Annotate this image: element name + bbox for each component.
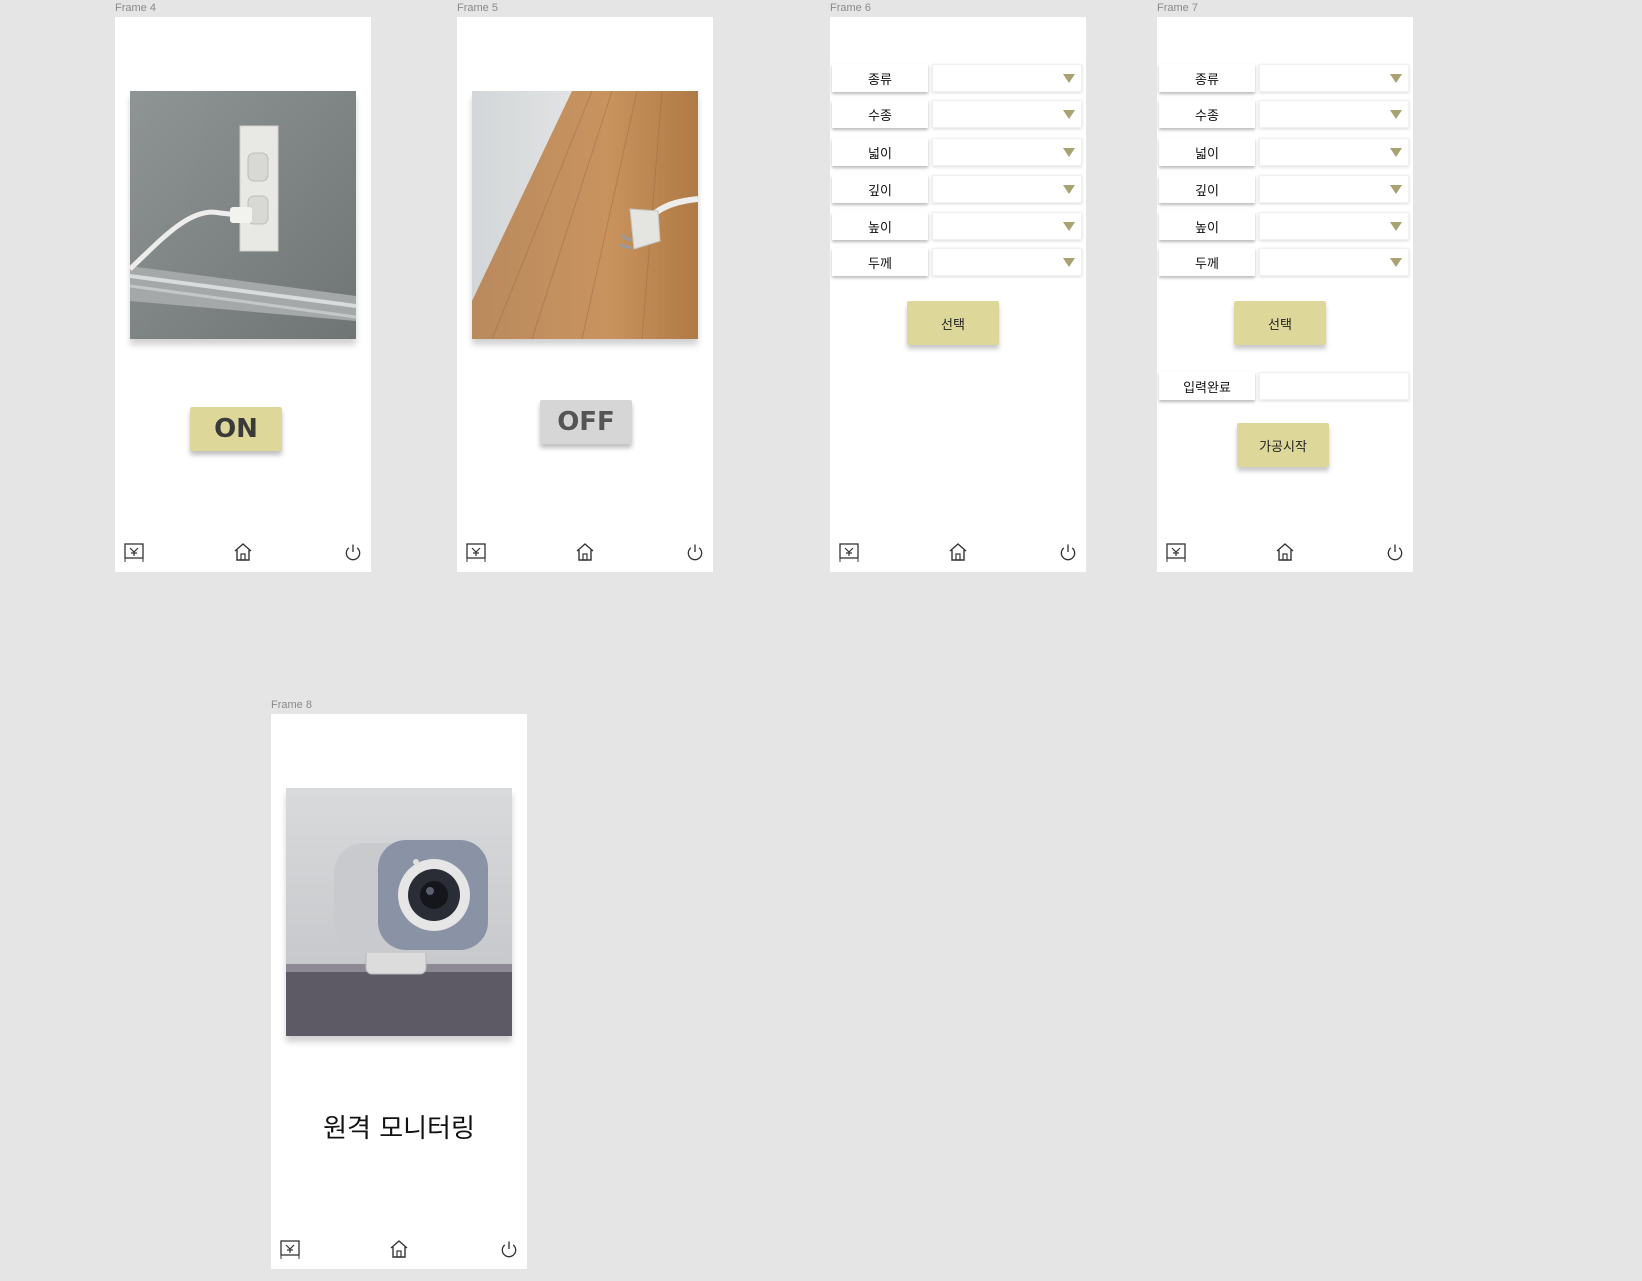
off-button[interactable]: OFF	[540, 400, 632, 444]
field-label: 두께	[1159, 248, 1255, 276]
dropdown-caret-icon	[1063, 185, 1075, 194]
input-complete-label: 입력완료	[1159, 372, 1255, 400]
bottom-nav	[271, 1229, 527, 1269]
home-icon[interactable]	[1270, 537, 1300, 567]
field-row-height: 높이	[832, 212, 1082, 242]
frame-8: 원격 모니터링	[271, 714, 527, 1269]
dropdown-caret-icon	[1063, 222, 1075, 231]
frame-6-label: Frame 6	[830, 2, 871, 14]
depth-select[interactable]	[932, 175, 1082, 203]
field-label: 넓이	[832, 138, 928, 166]
frame-6: 종류 수종 넓이 깊이 높이 두께 선택	[830, 17, 1086, 572]
input-complete-row: 입력완료	[1159, 372, 1409, 402]
home-icon[interactable]	[943, 537, 973, 567]
dropdown-caret-icon	[1390, 110, 1402, 119]
type-select[interactable]	[1259, 64, 1409, 92]
start-processing-button[interactable]: 가공시작	[1237, 423, 1329, 467]
dropdown-caret-icon	[1390, 222, 1402, 231]
field-row-depth: 깊이	[1159, 175, 1409, 205]
dropdown-caret-icon	[1063, 148, 1075, 157]
power-icon[interactable]	[338, 537, 368, 567]
dropdown-caret-icon	[1063, 74, 1075, 83]
dropdown-caret-icon	[1063, 258, 1075, 267]
field-label: 높이	[832, 212, 928, 240]
input-complete-field[interactable]	[1259, 372, 1409, 400]
field-row-type: 종류	[832, 64, 1082, 94]
thickness-select[interactable]	[932, 248, 1082, 276]
unplugged-cable-photo	[472, 91, 698, 339]
tracker-icon[interactable]	[461, 537, 491, 567]
dropdown-caret-icon	[1390, 74, 1402, 83]
remote-monitoring-title: 원격 모니터링	[323, 1114, 475, 1144]
width-select[interactable]	[932, 138, 1082, 166]
field-row-width: 넓이	[1159, 138, 1409, 168]
field-label: 넓이	[1159, 138, 1255, 166]
on-button[interactable]: ON	[190, 407, 282, 451]
dropdown-caret-icon	[1390, 185, 1402, 194]
frame-4: ON	[115, 17, 371, 572]
home-icon[interactable]	[384, 1234, 414, 1264]
frame-4-label: Frame 4	[115, 2, 156, 14]
species-select[interactable]	[932, 100, 1082, 128]
bottom-nav	[830, 532, 1086, 572]
bottom-nav	[115, 532, 371, 572]
height-select[interactable]	[932, 212, 1082, 240]
width-select[interactable]	[1259, 138, 1409, 166]
tracker-icon[interactable]	[119, 537, 149, 567]
frame-5: OFF	[457, 17, 713, 572]
field-row-thickness: 두께	[832, 248, 1082, 278]
field-row-species: 수종	[1159, 100, 1409, 130]
field-label: 수종	[1159, 100, 1255, 128]
frame-7-label: Frame 7	[1157, 2, 1198, 14]
dropdown-caret-icon	[1063, 110, 1075, 119]
bottom-nav	[1157, 532, 1413, 572]
depth-select[interactable]	[1259, 175, 1409, 203]
field-label: 두께	[832, 248, 928, 276]
dropdown-caret-icon	[1390, 148, 1402, 157]
field-label: 수종	[832, 100, 928, 128]
field-row-width: 넓이	[832, 138, 1082, 168]
outlet-plugged-photo	[130, 91, 356, 339]
type-select[interactable]	[932, 64, 1082, 92]
field-label: 종류	[1159, 64, 1255, 92]
height-select[interactable]	[1259, 212, 1409, 240]
power-icon[interactable]	[1380, 537, 1410, 567]
tracker-icon[interactable]	[834, 537, 864, 567]
frame-8-label: Frame 8	[271, 699, 312, 711]
field-label: 종류	[832, 64, 928, 92]
bottom-nav	[457, 532, 713, 572]
home-icon[interactable]	[228, 537, 258, 567]
field-label: 높이	[1159, 212, 1255, 240]
dropdown-caret-icon	[1390, 258, 1402, 267]
field-row-height: 높이	[1159, 212, 1409, 242]
thickness-select[interactable]	[1259, 248, 1409, 276]
field-label: 깊이	[832, 175, 928, 203]
power-icon[interactable]	[1053, 537, 1083, 567]
field-row-depth: 깊이	[832, 175, 1082, 205]
power-icon[interactable]	[494, 1234, 524, 1264]
field-row-thickness: 두께	[1159, 248, 1409, 278]
home-icon[interactable]	[570, 537, 600, 567]
field-label: 깊이	[1159, 175, 1255, 203]
tracker-icon[interactable]	[275, 1234, 305, 1264]
select-button[interactable]: 선택	[907, 301, 999, 345]
webcam-photo	[286, 788, 512, 1036]
power-icon[interactable]	[680, 537, 710, 567]
frame-7: 종류 수종 넓이 깊이 높이 두께 선택 입력완료 가공시작	[1157, 17, 1413, 572]
field-row-species: 수종	[832, 100, 1082, 130]
select-button[interactable]: 선택	[1234, 301, 1326, 345]
frame-5-label: Frame 5	[457, 2, 498, 14]
field-row-type: 종류	[1159, 64, 1409, 94]
tracker-icon[interactable]	[1161, 537, 1191, 567]
species-select[interactable]	[1259, 100, 1409, 128]
